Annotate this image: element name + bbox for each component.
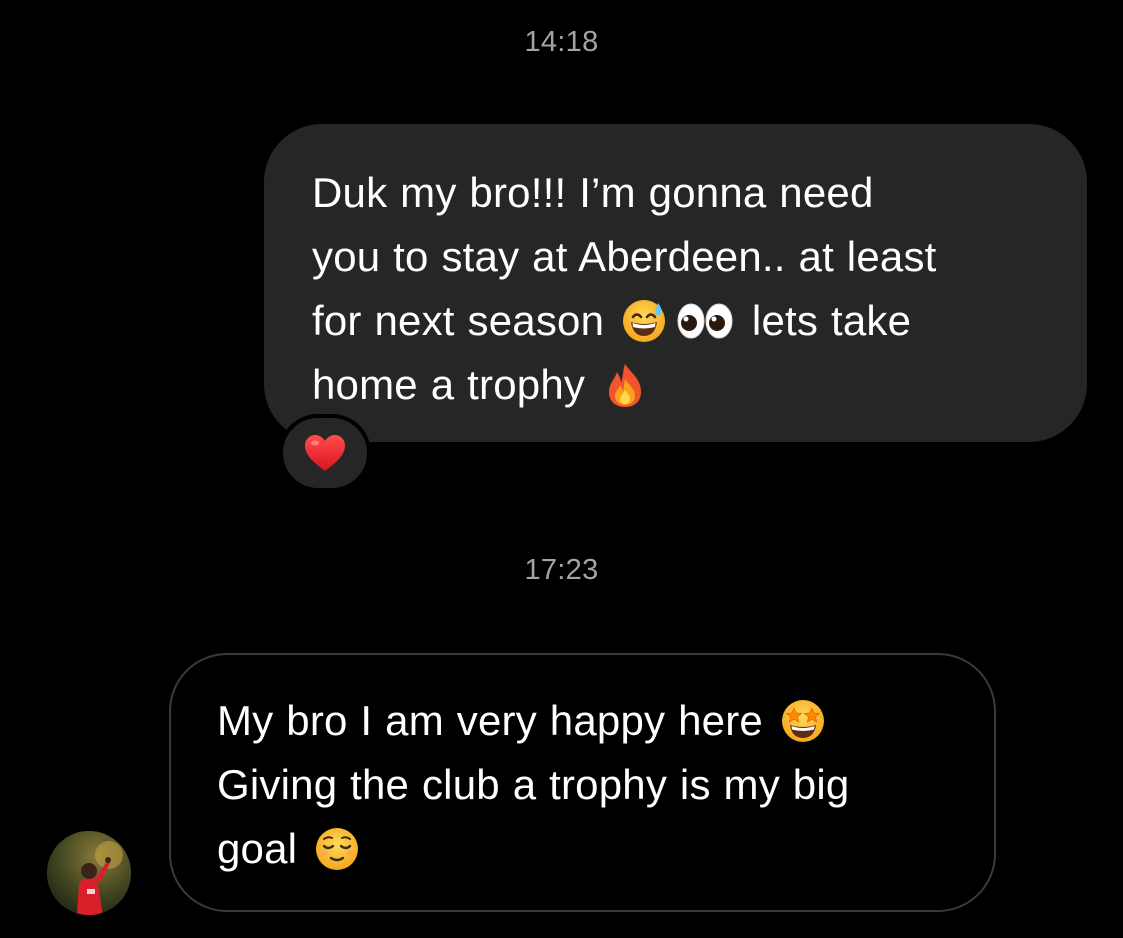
message-line-text: home a trophy [312, 361, 586, 408]
grinning-sweat-emoji [620, 297, 668, 345]
message-line-text: My bro I am very happy here [217, 697, 763, 744]
message-line: you to stay at Aberdeen.. at least [312, 233, 937, 280]
message-line: goal [217, 817, 964, 881]
message-line-text: for next season [312, 297, 605, 344]
star-struck-emoji [779, 697, 827, 745]
fire-emoji [601, 361, 649, 409]
message-line-text: goal [217, 825, 298, 872]
timestamp: 17:23 [524, 554, 599, 586]
message-text: My bro I am very happy here Giving the c… [217, 689, 964, 881]
eyes-emoji [674, 297, 736, 345]
relieved-face-emoji [313, 825, 361, 873]
message-line: My bro I am very happy here [217, 689, 964, 753]
timestamp: 14:18 [524, 26, 599, 58]
message-line: for next season lets take [312, 289, 1047, 353]
incoming-message-bubble[interactable]: My bro I am very happy here Giving the c… [169, 653, 996, 912]
message-line: home a trophy [312, 353, 1047, 417]
red-heart-emoji [305, 435, 345, 471]
contact-avatar[interactable] [47, 831, 131, 915]
message-text: Duk my bro!!! I’m gonna need you to stay… [312, 161, 1047, 417]
message-line-text: lets take [751, 297, 912, 344]
message-line: Giving the club a trophy is my big [217, 761, 850, 808]
outgoing-message-bubble[interactable]: Duk my bro!!! I’m gonna need you to stay… [264, 124, 1087, 442]
message-reaction[interactable] [279, 414, 371, 492]
message-line: Duk my bro!!! I’m gonna need [312, 169, 874, 216]
